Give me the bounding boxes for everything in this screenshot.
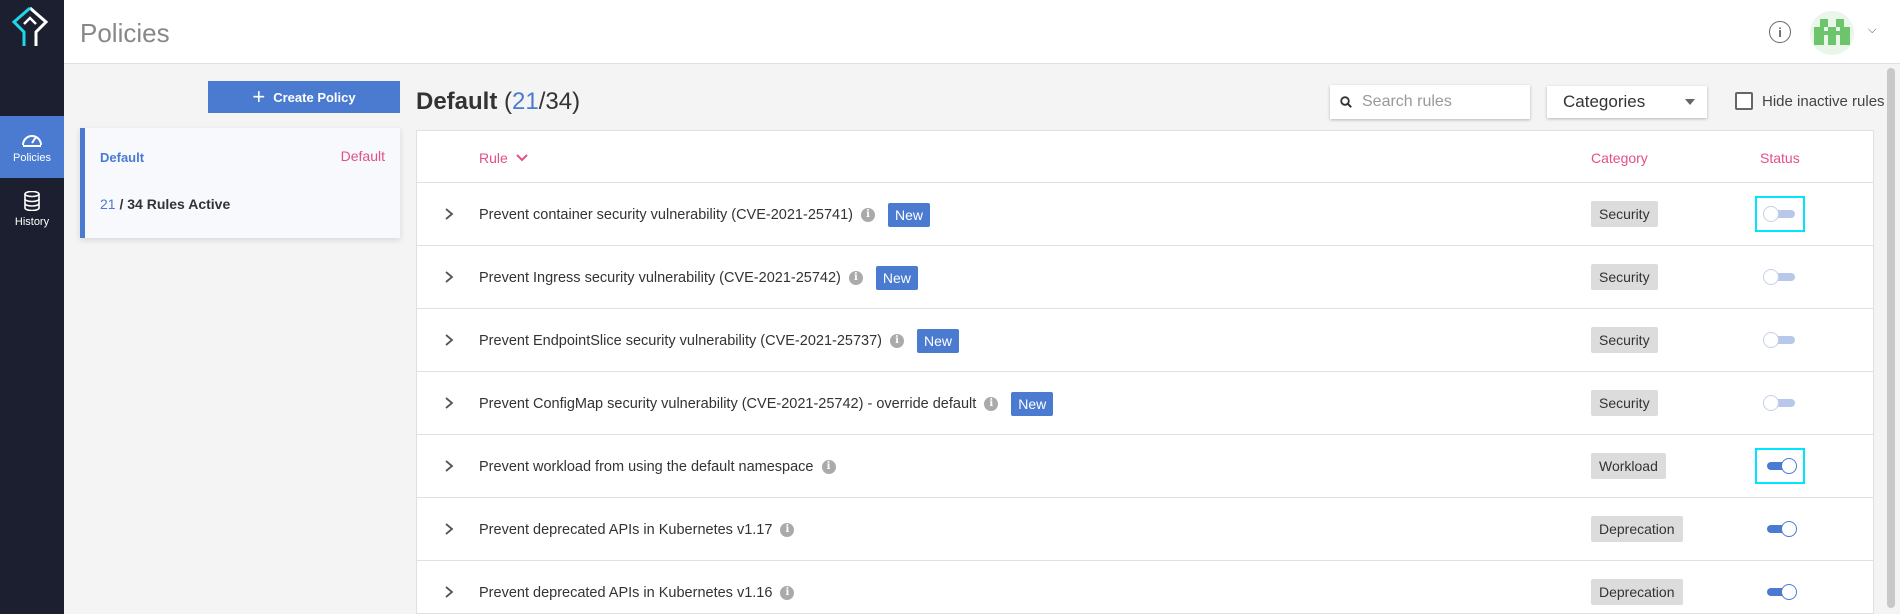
rule-name: Prevent deprecated APIs in Kubernetes v1…: [479, 521, 773, 538]
caret-down-icon: [1685, 99, 1695, 105]
policy-rule-count: 21 / 34 Rules Active: [100, 196, 230, 212]
rule-cell: Prevent Ingress security vulnerability (…: [479, 246, 918, 309]
info-icon[interactable]: i: [780, 522, 795, 537]
sidebar-item-label: Policies: [13, 151, 51, 164]
search-box[interactable]: [1330, 85, 1530, 119]
chevron-right-icon[interactable]: [443, 205, 455, 223]
gauge-icon: [22, 134, 42, 147]
policy-card-default[interactable]: Default Default 21 / 34 Rules Active: [80, 128, 400, 238]
table-row[interactable]: Prevent deprecated APIs in Kubernetes v1…: [417, 561, 1873, 613]
sidebar: Policies History: [0, 0, 64, 614]
status-toggle[interactable]: [1755, 448, 1805, 484]
info-icon[interactable]: i: [821, 459, 836, 474]
category-badge: Security: [1591, 327, 1658, 353]
new-badge: New: [916, 328, 959, 353]
search-icon: [1340, 96, 1352, 108]
plus-icon: +: [252, 84, 266, 109]
rule-name: Prevent EndpointSlice security vulnerabi…: [479, 332, 882, 349]
table-row[interactable]: Prevent container security vulnerability…: [417, 183, 1873, 246]
rule-name: Prevent ConfigMap security vulnerability…: [479, 395, 977, 412]
new-badge: New: [1011, 391, 1054, 416]
status-toggle[interactable]: [1763, 393, 1797, 413]
sidebar-item-label: History: [14, 215, 50, 228]
chevron-right-icon[interactable]: [443, 457, 455, 475]
heading-total-count: /34: [538, 88, 573, 115]
create-policy-button[interactable]: + Create Policy: [208, 81, 400, 113]
search-input[interactable]: [1362, 93, 1512, 111]
categories-dropdown[interactable]: Categories: [1547, 86, 1707, 118]
heading-active-count: 21: [512, 88, 539, 115]
info-icon[interactable]: i: [860, 207, 875, 222]
chevron-right-icon[interactable]: [443, 583, 455, 601]
table-row[interactable]: Prevent deprecated APIs in Kubernetes v1…: [417, 498, 1873, 561]
table-row[interactable]: Prevent ConfigMap security vulnerability…: [417, 372, 1873, 435]
table-row[interactable]: Prevent workload from using the default …: [417, 435, 1873, 498]
info-icon[interactable]: i: [984, 396, 999, 411]
rule-cell: Prevent EndpointSlice security vulnerabi…: [479, 309, 959, 372]
info-icon[interactable]: i: [848, 270, 863, 285]
status-toggle[interactable]: [1755, 196, 1805, 232]
chevron-right-icon[interactable]: [443, 268, 455, 286]
create-policy-label: Create Policy: [273, 89, 356, 105]
chevron-down-icon[interactable]: ⌵: [1868, 24, 1876, 37]
hide-inactive-checkbox[interactable]: [1735, 92, 1753, 110]
avatar[interactable]: [1810, 11, 1854, 55]
chevron-right-icon[interactable]: [443, 331, 455, 349]
top-bar: Policies i ⌵: [64, 0, 1900, 64]
column-header-rule-label: Rule: [479, 150, 508, 166]
category-badge: Security: [1591, 201, 1658, 227]
categories-label: Categories: [1563, 92, 1646, 111]
rule-name: Prevent Ingress security vulnerability (…: [479, 269, 841, 286]
category-badge: Deprecation: [1591, 516, 1683, 542]
rule-name: Prevent container security vulnerability…: [479, 206, 853, 223]
status-toggle[interactable]: [1763, 519, 1797, 539]
rule-cell: Prevent ConfigMap security vulnerability…: [479, 372, 1054, 435]
chevron-down-icon: [516, 154, 528, 162]
column-header-status[interactable]: Status: [1760, 150, 1800, 166]
table-header: Rule Category Status: [417, 131, 1873, 183]
policy-heading: Default (21/34): [416, 88, 581, 115]
page-title: Policies: [80, 18, 170, 48]
table-row[interactable]: Prevent Ingress security vulnerability (…: [417, 246, 1873, 309]
status-toggle[interactable]: [1763, 267, 1797, 287]
category-badge: Workload: [1591, 453, 1666, 479]
rule-cell: Prevent workload from using the default …: [479, 435, 836, 498]
rule-name: Prevent workload from using the default …: [479, 458, 814, 475]
rule-cell: Prevent container security vulnerability…: [479, 183, 930, 246]
rule-cell: Prevent deprecated APIs in Kubernetes v1…: [479, 561, 795, 613]
category-badge: Security: [1591, 390, 1658, 416]
app-logo-icon[interactable]: [10, 6, 50, 50]
column-header-category[interactable]: Category: [1591, 150, 1648, 166]
policy-name: Default: [100, 150, 145, 165]
scrollbar-thumb[interactable]: [1887, 68, 1895, 608]
info-icon[interactable]: i: [1769, 21, 1791, 43]
chevron-right-icon[interactable]: [443, 394, 455, 412]
chevron-right-icon[interactable]: [443, 520, 455, 538]
database-icon: [24, 190, 40, 211]
policy-count-suffix: / 34 Rules Active: [115, 196, 231, 212]
sidebar-item-history[interactable]: History: [0, 178, 64, 240]
status-toggle[interactable]: [1763, 330, 1797, 350]
policy-tag: Default: [340, 148, 385, 164]
sidebar-item-policies[interactable]: Policies: [0, 116, 64, 178]
rule-name: Prevent deprecated APIs in Kubernetes v1…: [479, 584, 773, 601]
info-icon[interactable]: i: [889, 333, 904, 348]
hide-inactive-toggle[interactable]: Hide inactive rules: [1735, 92, 1885, 110]
new-badge: New: [887, 202, 930, 227]
column-header-rule[interactable]: Rule: [479, 150, 528, 166]
rule-cell: Prevent deprecated APIs in Kubernetes v1…: [479, 498, 795, 561]
new-badge: New: [875, 265, 918, 290]
policy-active-count: 21: [100, 196, 116, 212]
info-icon[interactable]: i: [780, 585, 795, 600]
status-toggle[interactable]: [1763, 582, 1797, 602]
hide-inactive-label: Hide inactive rules: [1762, 92, 1885, 110]
policy-heading-name: Default: [416, 88, 498, 115]
rules-table: Rule Category Status Prevent container s…: [416, 130, 1874, 614]
category-badge: Security: [1591, 264, 1658, 290]
table-row[interactable]: Prevent EndpointSlice security vulnerabi…: [417, 309, 1873, 372]
category-badge: Deprecation: [1591, 579, 1683, 605]
